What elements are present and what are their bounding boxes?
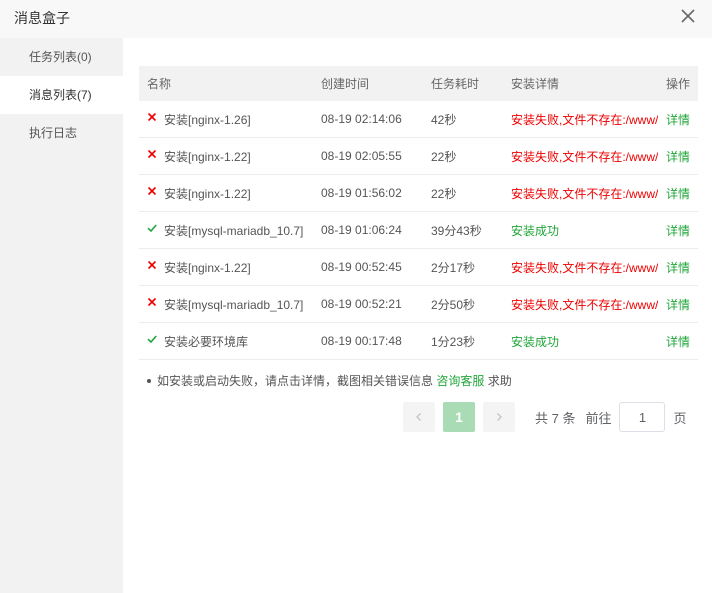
task-name: 安装[nginx-1.26]	[164, 112, 251, 127]
col-header-duration: 任务耗时	[431, 77, 480, 91]
detail-link[interactable]: 详情	[658, 148, 698, 165]
table-row: 安装[nginx-1.22] 08-19 02:05:55 22秒 安装失败,文件不存…	[139, 138, 698, 175]
cell-duration: 2分17秒	[431, 260, 476, 275]
check-icon	[147, 333, 157, 344]
cell-name: 安装[nginx-1.22]	[139, 185, 313, 202]
detail-link[interactable]: 详情	[658, 259, 698, 276]
detail-link[interactable]: 详情	[658, 333, 698, 350]
cell-name: 安装[nginx-1.26]	[139, 111, 313, 128]
message-table: 名称 创建时间 任务耗时 安装详情 操作 安装[nginx-1.26] 08-19…	[139, 66, 698, 360]
task-name: 安装必要环境库	[164, 334, 249, 349]
cell-created: 08-19 02:05:55	[321, 149, 402, 163]
bullet-icon	[147, 378, 151, 383]
check-icon	[147, 222, 157, 233]
col-header-created: 创建时间	[321, 77, 370, 91]
cross-icon	[147, 111, 157, 122]
cell-detail: 安装成功	[511, 334, 560, 349]
cell-created: 08-19 00:17:48	[321, 334, 402, 348]
cross-icon	[147, 259, 157, 270]
cell-duration: 42秒	[431, 112, 457, 127]
table-row: 安装[mysql-mariadb_10.7] 08-19 01:06:24 39分4…	[139, 212, 698, 249]
chevron-right-icon	[497, 413, 502, 421]
close-icon[interactable]	[676, 5, 700, 29]
table-row: 安装[nginx-1.22] 08-19 01:56:02 22秒 安装失败,文件不存…	[139, 175, 698, 212]
col-header-detail: 安装详情	[511, 77, 560, 91]
cell-created: 08-19 00:52:21	[321, 297, 402, 311]
cell-created: 08-19 01:56:02	[321, 186, 402, 200]
cell-duration: 22秒	[431, 186, 457, 201]
col-header-name: 名称	[147, 77, 172, 91]
cross-icon	[147, 296, 157, 307]
detail-link[interactable]: 详情	[658, 296, 698, 313]
cell-detail: 安装成功	[511, 223, 560, 238]
table-row: 安装[nginx-1.26] 08-19 02:14:06 42秒 安装失败,文件不存…	[139, 101, 698, 138]
cell-detail: 安装失败,文件不存在:/www/server/panel/install/ngi…	[511, 260, 658, 275]
table-row: 安装[mysql-mariadb_10.7] 08-19 00:52:21 2分50…	[139, 286, 698, 323]
goto-label: 前往	[585, 410, 612, 426]
task-name: 安装[nginx-1.22]	[164, 260, 251, 275]
cell-detail: 安装失败,文件不存在:/www/server/panel/install/mys…	[511, 297, 658, 312]
task-name: 安装[mysql-mariadb_10.7]	[164, 297, 304, 312]
total-count: 共 7 条	[535, 410, 576, 426]
tip-suffix: 求助	[487, 374, 512, 388]
task-name: 安装[mysql-mariadb_10.7]	[164, 223, 304, 238]
cell-duration: 2分50秒	[431, 297, 476, 312]
detail-link[interactable]: 详情	[658, 222, 698, 239]
cell-created: 08-19 02:14:06	[321, 112, 402, 126]
cell-name: 安装[mysql-mariadb_10.7]	[139, 222, 313, 239]
cell-detail: 安装失败,文件不存在:/www/server/panel/install/ngi…	[511, 186, 658, 201]
main-panel: 名称 创建时间 任务耗时 安装详情 操作 安装[nginx-1.26] 08-19…	[123, 38, 712, 593]
chevron-left-icon	[416, 413, 421, 421]
cross-icon	[147, 148, 157, 159]
next-page-button[interactable]	[483, 402, 515, 432]
task-name: 安装[nginx-1.22]	[164, 186, 251, 201]
page-suffix: 页	[673, 410, 687, 426]
detail-link[interactable]: 详情	[658, 111, 698, 128]
goto-page-input[interactable]	[619, 402, 666, 432]
table-header: 名称 创建时间 任务耗时 安装详情 操作	[139, 66, 698, 101]
cell-duration: 22秒	[431, 149, 457, 164]
cell-name: 安装[nginx-1.22]	[139, 148, 313, 165]
dialog-header: 消息盒子	[0, 0, 712, 38]
cell-created: 08-19 01:06:24	[321, 223, 402, 237]
cell-name: 安装[mysql-mariadb_10.7]	[139, 296, 313, 313]
dialog-title: 消息盒子	[14, 10, 70, 26]
col-header-action: 操作	[666, 77, 691, 91]
table-row: 安装必要环境库 08-19 00:17:48 1分23秒 安装成功 详情	[139, 323, 698, 360]
cell-duration: 1分23秒	[431, 334, 476, 349]
pagination: 1 共 7 条 前往 页	[403, 402, 687, 432]
cell-duration: 39分43秒	[431, 223, 482, 238]
sidebar: 任务列表(0) 消息列表(7) 执行日志	[0, 38, 123, 593]
contact-support-link[interactable]: 咨询客服	[436, 374, 484, 388]
help-tip: 如安装或启动失败，请点击详情，截图相关错误信息 咨询客服 求助	[147, 372, 512, 389]
tip-text: 如安装或启动失败，请点击详情，截图相关错误信息	[157, 374, 434, 388]
prev-page-button[interactable]	[403, 402, 435, 432]
task-name: 安装[nginx-1.22]	[164, 149, 251, 164]
cross-icon	[147, 185, 157, 196]
sidebar-item-task-list[interactable]: 任务列表(0)	[0, 38, 123, 76]
table-body: 安装[nginx-1.26] 08-19 02:14:06 42秒 安装失败,文件不存…	[139, 101, 698, 360]
table-row: 安装[nginx-1.22] 08-19 00:52:45 2分17秒 安装失败,文件…	[139, 249, 698, 286]
sidebar-item-message-list[interactable]: 消息列表(7)	[0, 76, 123, 114]
page-button-current[interactable]: 1	[443, 402, 475, 432]
detail-link[interactable]: 详情	[658, 185, 698, 202]
sidebar-item-exec-log[interactable]: 执行日志	[0, 114, 123, 152]
cell-name: 安装[nginx-1.22]	[139, 259, 313, 276]
cell-detail: 安装失败,文件不存在:/www/server/panel/install/ngi…	[511, 112, 658, 127]
cell-created: 08-19 00:52:45	[321, 260, 402, 274]
cell-detail: 安装失败,文件不存在:/www/server/panel/install/ngi…	[511, 149, 658, 164]
cell-name: 安装必要环境库	[139, 333, 313, 350]
